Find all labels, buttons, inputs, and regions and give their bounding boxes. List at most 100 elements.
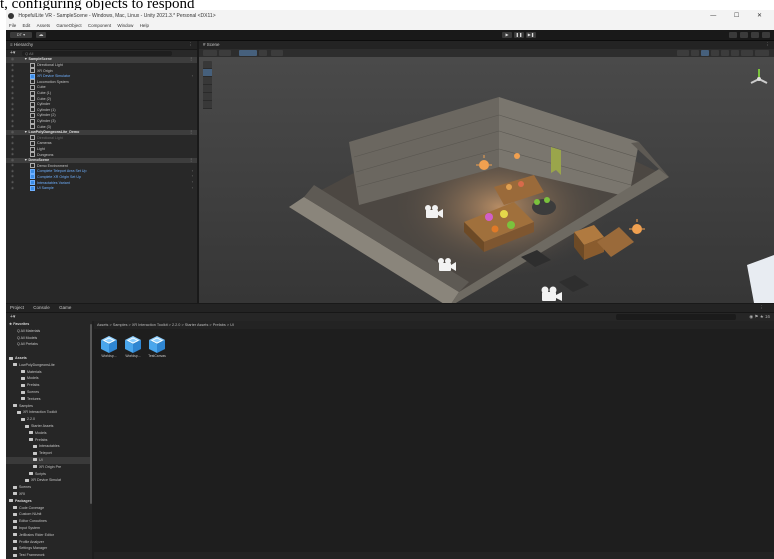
snap-increment[interactable] — [259, 50, 267, 56]
folder-tree-item[interactable]: Editor Coroutines — [6, 518, 92, 525]
folder-tree-item[interactable]: XR Interaction Toolkit — [6, 409, 92, 416]
folder-tree-item[interactable]: LowPolyDungeonsLite — [6, 362, 92, 369]
bottom-panel-menu-icon[interactable]: ⋮ — [760, 304, 765, 312]
folder-tree-item[interactable]: Textures — [6, 396, 92, 403]
tree-scrollbar[interactable] — [90, 324, 92, 504]
layout-dropdown[interactable] — [762, 32, 770, 38]
rotate-tool-icon[interactable] — [203, 77, 212, 85]
asset-item[interactable]: Worldsp... — [98, 335, 120, 359]
folder-tree-item[interactable]: Prefabs — [6, 382, 92, 389]
scale-tool-icon[interactable] — [203, 85, 212, 93]
create-asset-button[interactable]: +▾ — [10, 313, 15, 321]
menu-file[interactable]: File — [9, 23, 16, 28]
folder-tree-item[interactable]: Test Framework — [6, 552, 92, 559]
menu-assets[interactable]: Assets — [37, 23, 51, 28]
history-icon[interactable] — [729, 32, 737, 38]
hierarchy-row[interactable]: ◉ UI Sample › — [6, 185, 197, 192]
visibility-toggle-icon[interactable]: ◉ — [11, 186, 14, 192]
folder-tree-item[interactable]: JetBrains Rider Editor — [6, 532, 92, 539]
lighting-toggle[interactable] — [701, 50, 709, 56]
folder-tree-item[interactable]: Scenes — [6, 389, 92, 396]
folder-tree-item[interactable]: Q All Models — [6, 335, 92, 342]
hierarchy-row-label: ▼ LowPolyDungeonsLite_Demo — [24, 129, 80, 134]
window-controls[interactable]: — ☐ ✕ — [710, 10, 770, 22]
rect-tool-icon[interactable] — [203, 93, 212, 101]
2d-toggle[interactable] — [691, 50, 699, 56]
layers-dropdown[interactable] — [751, 32, 759, 38]
camera-settings[interactable] — [741, 50, 753, 56]
folder-tree-item[interactable]: Profile Analyzer — [6, 539, 92, 546]
folder-tree-item[interactable]: Materials — [6, 369, 92, 376]
audio-toggle[interactable] — [711, 50, 719, 56]
folder-tree-label: Settings Manager — [19, 546, 48, 551]
grid-toggle[interactable] — [271, 50, 283, 56]
folder-tree-item[interactable]: ★ Favorites — [6, 321, 92, 328]
scene-panel-menu-icon[interactable]: ⋮ — [766, 41, 771, 49]
orientation-gizmo-icon[interactable] — [748, 67, 770, 91]
folder-tree-item[interactable]: Packages — [6, 498, 92, 505]
cloud-icon[interactable]: ☁ — [36, 32, 46, 38]
folder-tree-item[interactable]: Input System — [6, 525, 92, 532]
hierarchy-tab[interactable]: ≡ Hierarchy ⋮ — [6, 41, 197, 50]
folder-tree-item[interactable]: Settings Manager — [6, 545, 92, 552]
gizmos-dropdown[interactable] — [755, 50, 769, 56]
asset-item[interactable]: TestCanvas — [146, 335, 168, 359]
tool-handle-dropdown[interactable] — [203, 50, 217, 56]
step-button[interactable]: ▶❚ — [526, 32, 536, 38]
prefab-open-icon[interactable]: › — [192, 186, 193, 192]
shading-mode[interactable] — [677, 50, 689, 56]
account-dropdown[interactable]: DT ▾ — [10, 32, 32, 38]
tab-project[interactable]: Project — [10, 305, 24, 310]
add-object-button[interactable]: +▾ — [10, 50, 15, 57]
folder-tree-item[interactable]: Prefabs — [6, 437, 92, 444]
folder-tree-item[interactable]: Models — [6, 430, 92, 437]
search-icon[interactable] — [740, 32, 748, 38]
folder-tree-item[interactable]: Teleport — [6, 450, 92, 457]
scene-viewport[interactable] — [199, 57, 774, 303]
folder-tree-item[interactable]: XR Origin Pre — [6, 464, 92, 471]
asset-item[interactable]: Worldsp... — [122, 335, 144, 359]
prefab-icon — [30, 168, 35, 174]
grid-snap-toggle[interactable] — [239, 50, 257, 56]
menu-window[interactable]: Window — [117, 23, 133, 28]
folder-tree-item[interactable]: Scenes — [6, 484, 92, 491]
project-search-input[interactable] — [616, 314, 736, 320]
transform-tool-icon[interactable] — [203, 101, 212, 109]
folder-tree-label: JetBrains Rider Editor — [19, 532, 54, 537]
tab-game[interactable]: Game — [59, 305, 71, 310]
menu-component[interactable]: Component — [88, 23, 111, 28]
folder-tree-item[interactable]: Q All Materials — [6, 328, 92, 335]
hierarchy-row-content: Cube — [30, 84, 46, 90]
menu-gameobject[interactable]: GameObject — [56, 23, 81, 28]
effects-toggle[interactable] — [721, 50, 729, 56]
panel-menu-icon[interactable]: ⋮ — [189, 41, 194, 49]
project-filter-icons[interactable]: ◉ ⚑ ★ 16 — [749, 314, 770, 320]
folder-tree-item[interactable]: UI — [6, 456, 92, 464]
folder-tree-item[interactable]: Custom NUnit — [6, 511, 92, 518]
menu-edit[interactable]: Edit — [23, 23, 31, 28]
folder-tree-item[interactable]: XR Device Simulat — [6, 477, 92, 484]
play-button[interactable]: ▶ — [502, 32, 512, 38]
folder-tree-label: Scripts — [35, 471, 46, 476]
pivot-dropdown[interactable] — [219, 50, 231, 56]
folder-tree-item[interactable]: Q All Prefabs — [6, 341, 92, 348]
move-tool-icon[interactable] — [203, 69, 212, 77]
hierarchy-search-input[interactable]: Q All — [22, 51, 172, 56]
folder-tree-item[interactable]: XRI — [6, 491, 92, 498]
folder-tree-item[interactable]: Code Coverage — [6, 505, 92, 512]
breadcrumb[interactable]: Assets > Samples > XR Interaction Toolki… — [94, 321, 774, 329]
hierarchy-row-content: Cylinder (3) — [30, 118, 56, 124]
pause-button[interactable]: ❚❚ — [514, 32, 524, 38]
hidden-objects-toggle[interactable] — [731, 50, 739, 56]
folder-tree-item[interactable]: Assets — [6, 355, 92, 362]
folder-tree-item[interactable]: Scripts — [6, 471, 92, 478]
hand-tool-icon[interactable] — [203, 61, 212, 69]
folder-tree-item[interactable]: Interactables — [6, 443, 92, 450]
menu-help[interactable]: Help — [140, 23, 149, 28]
folder-tree-item[interactable]: Samples — [6, 403, 92, 410]
folder-tree-item[interactable]: Starter Assets — [6, 423, 92, 430]
folder-tree-item[interactable]: Models — [6, 375, 92, 382]
folder-icon — [13, 553, 17, 557]
folder-tree-item[interactable]: 2.2.0 — [6, 416, 92, 423]
tab-console[interactable]: Console — [33, 305, 50, 310]
